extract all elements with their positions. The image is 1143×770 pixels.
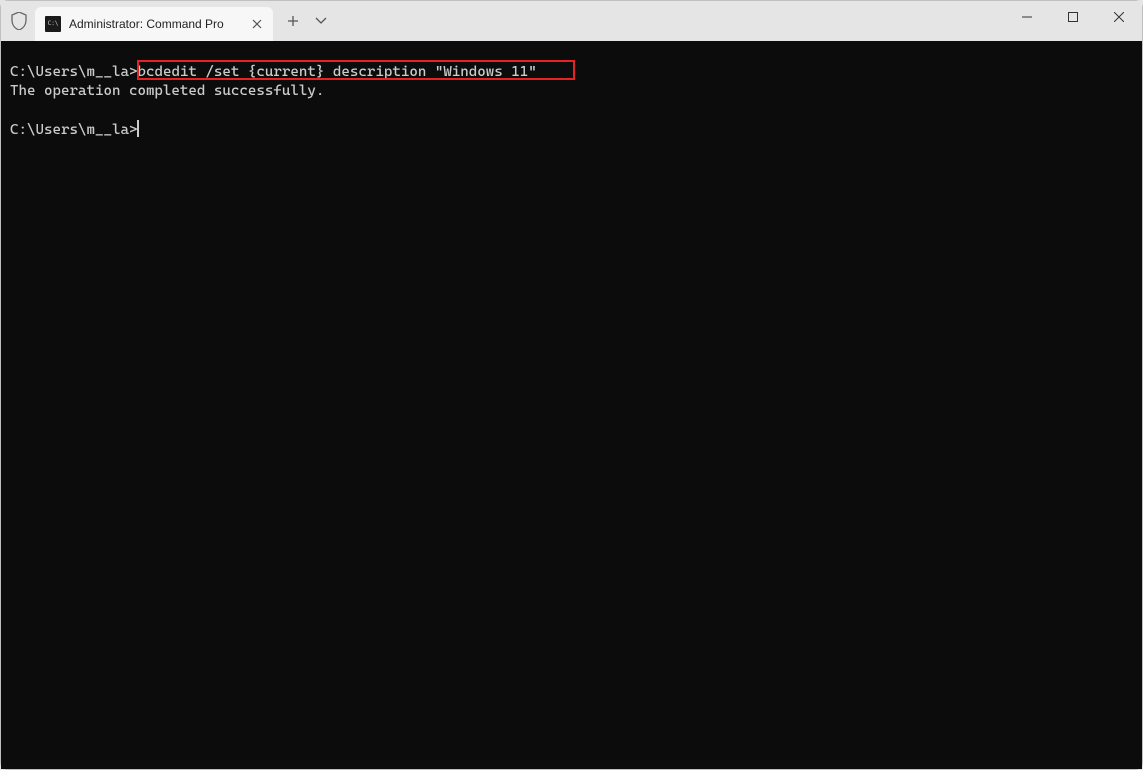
prompt-text: C:\Users\m__la>	[10, 64, 137, 80]
tab-title: Administrator: Command Pro	[69, 17, 245, 31]
active-tab[interactable]: C:\ Administrator: Command Pro	[35, 7, 273, 41]
tab-dropdown-button[interactable]	[307, 7, 335, 35]
terminal-line-1: C:\Users\m__la>bcdedit /set {current} de…	[10, 63, 1133, 82]
window-controls	[1004, 1, 1142, 41]
text-cursor	[137, 120, 139, 137]
prompt-text: C:\Users\m__la>	[10, 122, 137, 138]
maximize-button[interactable]	[1050, 1, 1096, 33]
cmd-icon: C:\	[45, 16, 61, 32]
terminal-line-2: The operation completed successfully.	[10, 82, 1133, 101]
close-window-button[interactable]	[1096, 1, 1142, 33]
tab-close-button[interactable]	[249, 16, 265, 32]
new-tab-button[interactable]	[279, 7, 307, 35]
admin-shield-icon	[9, 11, 29, 31]
terminal-line-blank	[10, 101, 1133, 120]
terminal-line-3: C:\Users\m__la>	[10, 120, 1133, 140]
terminal-area[interactable]: C:\Users\m__la>bcdedit /set {current} de…	[1, 41, 1142, 769]
terminal-window: C:\ Administrator: Command Pro	[1, 1, 1142, 769]
title-bar[interactable]: C:\ Administrator: Command Pro	[1, 1, 1142, 41]
titlebar-left: C:\ Administrator: Command Pro	[1, 1, 335, 41]
minimize-button[interactable]	[1004, 1, 1050, 33]
command-text: bcdedit /set {current} description "Wind…	[137, 64, 536, 80]
